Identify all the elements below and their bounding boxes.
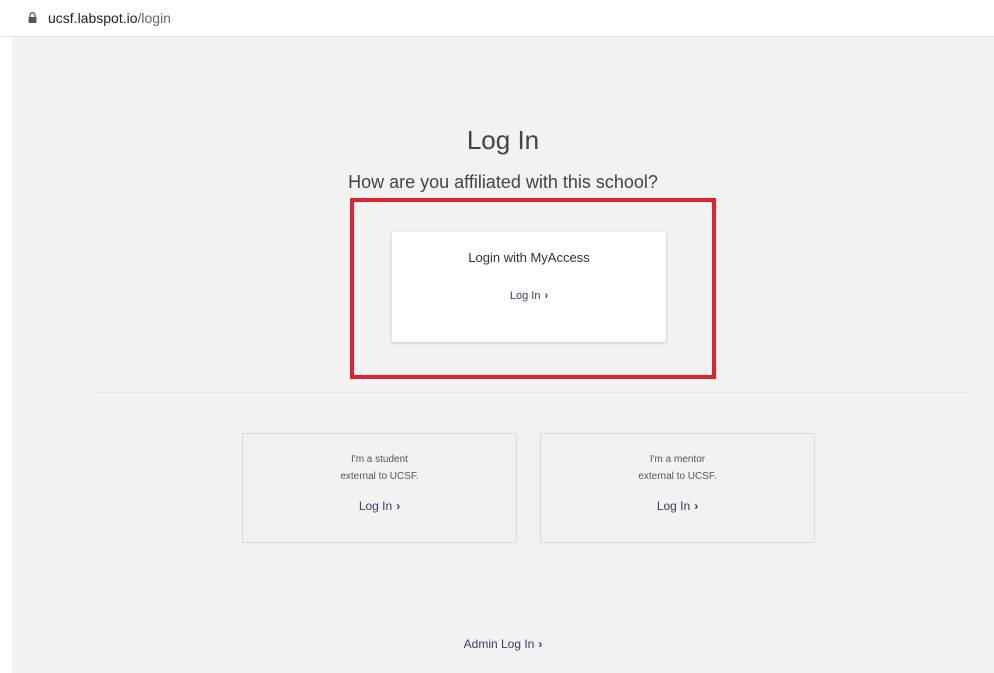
- address-bar[interactable]: ucsf.labspot.io/login: [0, 0, 994, 37]
- chevron-right-icon: ›: [694, 499, 699, 513]
- url-text[interactable]: ucsf.labspot.io/login: [48, 10, 171, 26]
- mentor-card-line1: I'm a mentor: [649, 454, 706, 465]
- myaccess-login-label: Log In: [509, 290, 541, 302]
- url-host: ucsf.labspot.io: [48, 10, 138, 26]
- divider: [94, 392, 969, 393]
- chevron-right-icon: ›: [544, 290, 549, 302]
- student-login-label: Log In: [358, 499, 393, 513]
- student-login-card[interactable]: I'm a student external to UCSF. Log In ›: [242, 433, 517, 543]
- page-title: Log In: [466, 125, 540, 155]
- myaccess-login-card[interactable]: Login with MyAccess Log In ›: [392, 232, 666, 342]
- mentor-login-link[interactable]: Log In ›: [541, 499, 814, 513]
- admin-login-label: Admin Log In: [463, 637, 535, 651]
- mentor-card-line2: external to UCSF.: [638, 471, 717, 482]
- student-card-line2: external to UCSF.: [340, 471, 419, 482]
- myaccess-card-heading: Login with MyAccess: [468, 250, 590, 265]
- chevron-right-icon: ›: [396, 499, 401, 513]
- url-path: /login: [137, 10, 171, 26]
- mentor-login-label: Log In: [656, 499, 691, 513]
- student-login-link[interactable]: Log In ›: [243, 499, 516, 513]
- mentor-login-card[interactable]: I'm a mentor external to UCSF. Log In ›: [540, 433, 815, 543]
- student-card-line1: I'm a student: [351, 454, 408, 465]
- admin-login-link[interactable]: Admin Log In ›: [12, 637, 994, 651]
- page-subtitle: How are you affiliated with this school?: [348, 172, 658, 192]
- login-page: Log In How are you affiliated with this …: [12, 37, 994, 673]
- chevron-right-icon: ›: [538, 637, 543, 651]
- lock-icon: [28, 12, 37, 23]
- myaccess-login-link[interactable]: Log In ›: [392, 290, 666, 302]
